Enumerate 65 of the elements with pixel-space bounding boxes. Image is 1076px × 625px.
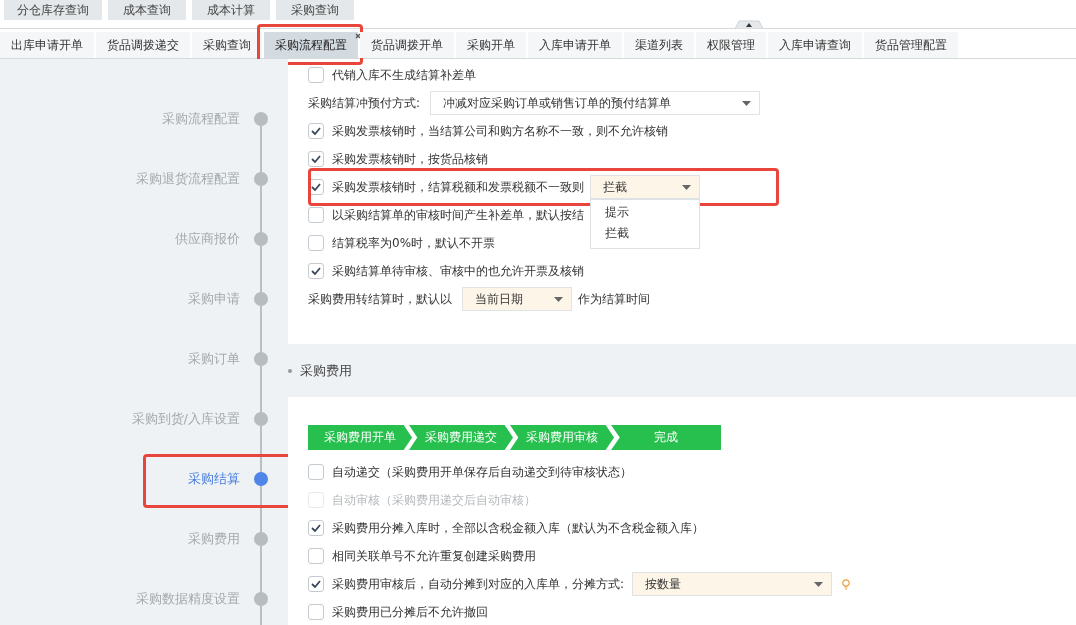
option-label: 采购费用分摊入库时，全部以含税金额入库（默认为不含税金额入库） — [332, 519, 704, 537]
top-tab[interactable]: 成本计算 — [192, 0, 270, 20]
select-field[interactable]: 按数量 — [632, 572, 833, 596]
caret-icon — [554, 297, 563, 302]
tab[interactable]: 入库申请查询 — [768, 32, 862, 58]
option-label: 结算税率为0%时，默认不开票 — [332, 234, 496, 252]
caret-icon — [742, 101, 752, 106]
option-label: 以采购结算单的审核时间产生补差单，默认按结 — [332, 206, 584, 224]
checkbox[interactable] — [308, 123, 324, 139]
select-field[interactable]: 拦截 — [590, 175, 700, 199]
section-title: 采购费用 — [300, 361, 352, 380]
option-label: 采购费用已分摊后不允许撤回 — [332, 603, 488, 621]
checkbox[interactable] — [308, 235, 324, 251]
dropdown-option[interactable]: 提示 — [591, 202, 699, 223]
check-icon — [311, 580, 321, 588]
caret-icon — [814, 582, 824, 587]
top-tab[interactable]: 成本查询 — [108, 0, 186, 20]
tab[interactable]: 采购开单 — [456, 32, 526, 58]
check-icon — [311, 183, 321, 191]
checkbox[interactable] — [308, 263, 324, 279]
field-label: 作为结算时间 — [578, 290, 650, 308]
checkbox[interactable] — [308, 548, 324, 564]
option-label: 自动递交（采购费用开单保存后自动递交到待审核状态） — [332, 463, 632, 481]
option-label: 代销入库不生成结算补差单 — [332, 66, 476, 84]
top-tab[interactable]: 分仓库存查询 — [4, 0, 102, 20]
option-label: 采购结算单待审核、审核中的也允许开票及核销 — [332, 262, 584, 280]
option-label: 采购发票核销时，结算税额和发票税额不一致则 — [332, 178, 584, 196]
check-icon — [311, 127, 321, 135]
dropdown-option[interactable]: 拦截 — [591, 223, 699, 244]
check-icon — [311, 524, 321, 532]
caret-icon — [682, 185, 691, 190]
tab[interactable]: 货品调拨递交 — [96, 32, 190, 58]
tab[interactable]: 出库申请开单 — [0, 32, 94, 58]
option-label: 采购费用审核后，自动分摊到对应的入库单，分摊方式: — [332, 575, 625, 593]
tab[interactable]: 渠道列表 — [624, 32, 694, 58]
field-label: 采购费用转结算时，默认以 — [308, 290, 452, 308]
tab[interactable]: 权限管理 — [696, 32, 766, 58]
checkbox[interactable] — [308, 604, 324, 620]
top-tab[interactable]: 采购查询 — [276, 0, 354, 20]
tab[interactable]: 采购流程配置 — [264, 32, 358, 58]
select-field[interactable]: 冲减对应采购订单或销售订单的预付结算单 — [430, 91, 761, 115]
sidebar-item[interactable]: 采购结算 — [188, 470, 240, 488]
process-step: 采购费用审核 — [510, 425, 614, 450]
check-icon — [311, 267, 321, 275]
option-label: 采购发票核销时，当结算公司和购方名称不一致，则不允许核销 — [332, 122, 668, 140]
checkbox[interactable] — [308, 207, 324, 223]
process-step: 采购费用开单 — [308, 425, 412, 450]
tab[interactable]: 货品管理配置 — [864, 32, 958, 58]
checkbox[interactable] — [308, 151, 324, 167]
option-label: 自动审核（采购费用递交后自动审核） — [332, 491, 536, 509]
checkbox[interactable] — [308, 67, 324, 83]
checkbox[interactable] — [308, 576, 324, 592]
checkbox[interactable] — [308, 464, 324, 480]
tab[interactable]: 货品调拨开单 — [360, 32, 454, 58]
checkbox[interactable] — [308, 520, 324, 536]
process-step: 采购费用递交 — [409, 425, 513, 450]
option-label: 采购发票核销时，按货品核销 — [332, 150, 488, 168]
process-step: 完成 — [611, 425, 721, 450]
tab[interactable]: 采购查询 — [192, 32, 262, 58]
option-label: 相同关联单号不允许重复创建采购费用 — [332, 547, 536, 565]
tab[interactable]: 入库申请开单 — [528, 32, 622, 58]
timeline-dot — [254, 472, 268, 486]
select-field[interactable]: 当前日期 — [462, 287, 572, 311]
check-icon — [311, 155, 321, 163]
field-label: 采购结算冲预付方式: — [308, 94, 421, 112]
